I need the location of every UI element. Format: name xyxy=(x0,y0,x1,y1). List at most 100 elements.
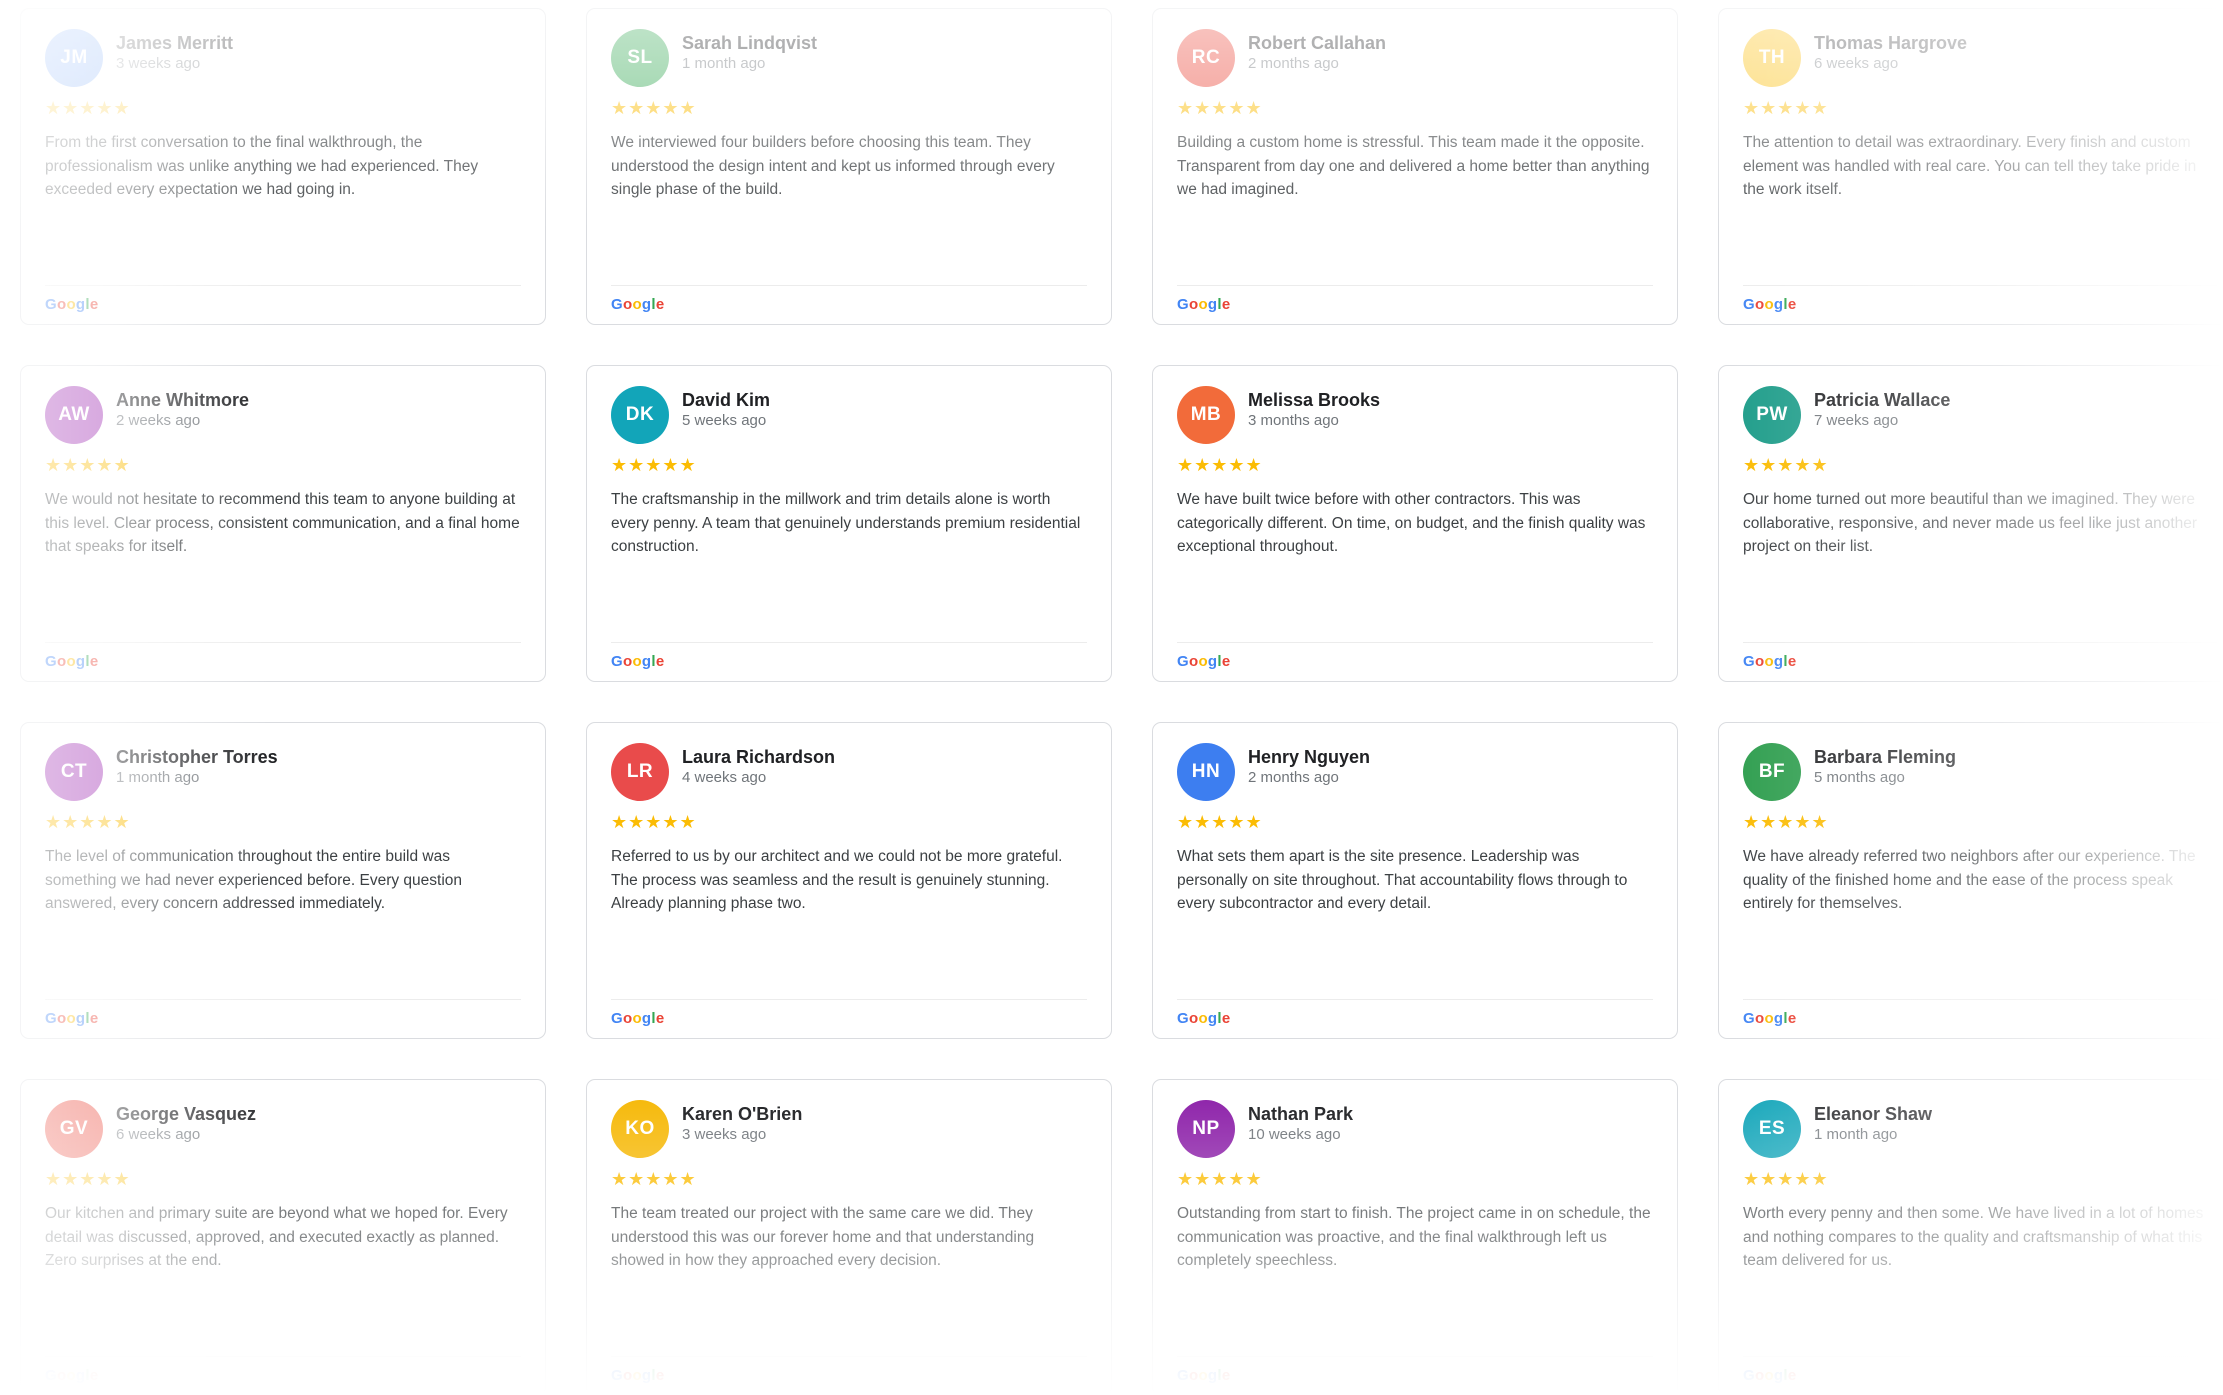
avatar: RC xyxy=(1177,29,1235,87)
review-time: 1 month ago xyxy=(1814,1126,1898,1143)
avatar: KO xyxy=(611,1100,669,1158)
reviewer-meta: Nathan Park 10 weeks ago xyxy=(1248,1103,1353,1145)
star-rating: ★★★★★ xyxy=(1743,1169,1829,1190)
google-logo: Google xyxy=(1177,1367,1231,1384)
reviewer-name: David Kim xyxy=(682,390,771,410)
google-logo: Google xyxy=(611,1010,665,1027)
reviewer-name: Nathan Park xyxy=(1248,1104,1354,1124)
review-card[interactable]: AW Anne Whitmore 2 weeks ago ★★★★★ We wo… xyxy=(20,365,546,682)
reviewer-meta: Melissa Brooks 3 months ago xyxy=(1248,389,1380,431)
review-text: From the first conversation to the final… xyxy=(45,134,479,198)
review-card[interactable]: CT Christopher Torres 1 month ago ★★★★★ … xyxy=(20,722,546,1039)
reviewer-name: Barbara Fleming xyxy=(1814,747,1957,767)
review-card[interactable]: PW Patricia Wallace 7 weeks ago ★★★★★ Ou… xyxy=(1718,365,2223,682)
review-text: Referred to us by our architect and we c… xyxy=(611,848,1063,912)
reviewer-meta: Barbara Fleming 5 months ago xyxy=(1814,746,1956,788)
review-source: Google xyxy=(1743,999,2219,1028)
review-time: 2 months ago xyxy=(1248,55,1339,72)
google-logo: Google xyxy=(1743,296,1797,313)
google-logo: Google xyxy=(1177,1010,1231,1027)
review-card[interactable]: JM James Merritt 3 weeks ago ★★★★★ From … xyxy=(20,8,546,325)
review-source: Google xyxy=(1743,642,2219,671)
review-time: 4 weeks ago xyxy=(682,769,767,786)
reviewer-meta: James Merritt 3 weeks ago xyxy=(116,32,233,74)
reviewer-name: Patricia Wallace xyxy=(1814,390,1951,410)
avatar: MB xyxy=(1177,386,1235,444)
review-card[interactable]: TH Thomas Hargrove 6 weeks ago ★★★★★ The… xyxy=(1718,8,2223,325)
reviewer-meta: Christopher Torres 1 month ago xyxy=(116,746,278,788)
reviewer-name: Anne Whitmore xyxy=(116,390,249,410)
review-card[interactable]: LR Laura Richardson 4 weeks ago ★★★★★ Re… xyxy=(586,722,1112,1039)
reviewer-meta: Thomas Hargrove 6 weeks ago xyxy=(1814,32,1967,74)
review-source: Google xyxy=(1177,999,1653,1028)
reviewer-meta: Karen O'Brien 3 weeks ago xyxy=(682,1103,802,1145)
review-card[interactable]: SL Sarah Lindqvist 1 month ago ★★★★★ We … xyxy=(586,8,1112,325)
reviewer-name: Robert Callahan xyxy=(1248,33,1387,53)
reviewer-meta: Patricia Wallace 7 weeks ago xyxy=(1814,389,1950,431)
review-card[interactable]: NP Nathan Park 10 weeks ago ★★★★★ Outsta… xyxy=(1152,1079,1678,1395)
review-source: Google xyxy=(611,285,1087,314)
review-header: KO Karen O'Brien 3 weeks ago xyxy=(611,1100,1087,1158)
review-time: 1 month ago xyxy=(682,55,766,72)
reviewer-meta: Anne Whitmore 2 weeks ago xyxy=(116,389,249,431)
reviewer-meta: Laura Richardson 4 weeks ago xyxy=(682,746,835,788)
review-time: 3 weeks ago xyxy=(682,1126,767,1143)
reviewer-meta: David Kim 5 weeks ago xyxy=(682,389,770,431)
avatar: BF xyxy=(1743,743,1801,801)
google-logo: Google xyxy=(611,1367,665,1384)
reviewer-name: George Vasquez xyxy=(116,1104,257,1124)
review-text: The team treated our project with the sa… xyxy=(611,1205,1035,1269)
reviewer-name: Karen O'Brien xyxy=(682,1104,803,1124)
review-header: BF Barbara Fleming 5 months ago xyxy=(1743,743,2219,801)
star-rating: ★★★★★ xyxy=(1177,812,1263,833)
review-time: 6 weeks ago xyxy=(116,1126,201,1143)
star-rating: ★★★★★ xyxy=(1177,98,1263,119)
review-text: We would not hesitate to recommend this … xyxy=(45,491,520,555)
review-header: MB Melissa Brooks 3 months ago xyxy=(1177,386,1653,444)
review-card[interactable]: MB Melissa Brooks 3 months ago ★★★★★ We … xyxy=(1152,365,1678,682)
avatar: LR xyxy=(611,743,669,801)
review-card[interactable]: BF Barbara Fleming 5 months ago ★★★★★ We… xyxy=(1718,722,2223,1039)
google-logo: Google xyxy=(45,296,99,313)
review-card[interactable]: ES Eleanor Shaw 1 month ago ★★★★★ Worth … xyxy=(1718,1079,2223,1395)
review-time: 5 months ago xyxy=(1814,769,1905,786)
avatar: GV xyxy=(45,1100,103,1158)
star-rating: ★★★★★ xyxy=(1177,455,1263,476)
review-text: The craftsmanship in the millwork and tr… xyxy=(611,491,1081,555)
review-time: 3 weeks ago xyxy=(116,55,201,72)
review-card[interactable]: RC Robert Callahan 2 months ago ★★★★★ Bu… xyxy=(1152,8,1678,325)
star-rating: ★★★★★ xyxy=(1743,812,1829,833)
review-source: Google xyxy=(1743,1356,2219,1385)
review-header: SL Sarah Lindqvist 1 month ago xyxy=(611,29,1087,87)
google-logo: Google xyxy=(1743,653,1797,670)
star-rating: ★★★★★ xyxy=(45,98,131,119)
google-logo: Google xyxy=(1177,653,1231,670)
review-card[interactable]: KO Karen O'Brien 3 weeks ago ★★★★★ The t… xyxy=(586,1079,1112,1395)
review-text: The level of communication throughout th… xyxy=(45,848,463,912)
star-rating: ★★★★★ xyxy=(611,455,697,476)
avatar: NP xyxy=(1177,1100,1235,1158)
review-header: PW Patricia Wallace 7 weeks ago xyxy=(1743,386,2219,444)
review-source: Google xyxy=(45,999,521,1028)
review-card[interactable]: DK David Kim 5 weeks ago ★★★★★ The craft… xyxy=(586,365,1112,682)
reviewer-name: Laura Richardson xyxy=(682,747,836,767)
review-header: RC Robert Callahan 2 months ago xyxy=(1177,29,1653,87)
review-source: Google xyxy=(45,285,521,314)
review-source: Google xyxy=(1743,285,2219,314)
review-card[interactable]: GV George Vasquez 6 weeks ago ★★★★★ Our … xyxy=(20,1079,546,1395)
reviewer-meta: George Vasquez 6 weeks ago xyxy=(116,1103,256,1145)
star-rating: ★★★★★ xyxy=(1743,455,1829,476)
review-header: TH Thomas Hargrove 6 weeks ago xyxy=(1743,29,2219,87)
review-header: AW Anne Whitmore 2 weeks ago xyxy=(45,386,521,444)
review-card[interactable]: HN Henry Nguyen 2 months ago ★★★★★ What … xyxy=(1152,722,1678,1039)
review-header: GV George Vasquez 6 weeks ago xyxy=(45,1100,521,1158)
avatar: HN xyxy=(1177,743,1235,801)
star-rating: ★★★★★ xyxy=(611,98,697,119)
review-source: Google xyxy=(1177,642,1653,671)
reviewer-name: James Merritt xyxy=(116,33,234,53)
google-logo: Google xyxy=(611,653,665,670)
review-time: 5 weeks ago xyxy=(682,412,767,429)
reviewer-name: Christopher Torres xyxy=(116,747,278,767)
review-source: Google xyxy=(611,999,1087,1028)
review-header: NP Nathan Park 10 weeks ago xyxy=(1177,1100,1653,1158)
